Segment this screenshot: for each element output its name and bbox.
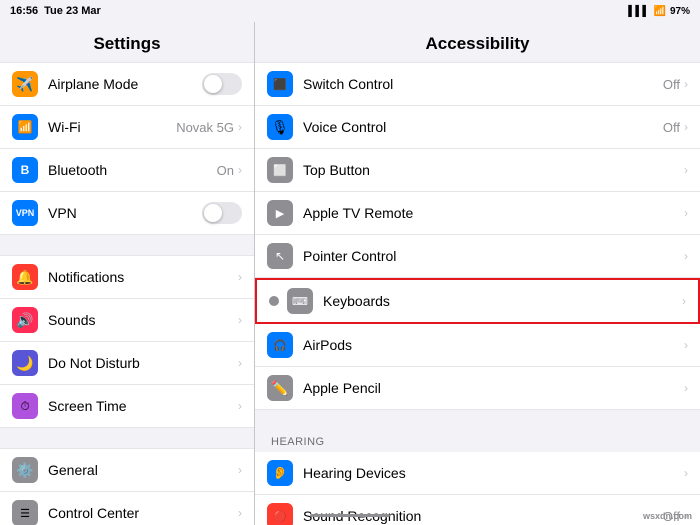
airplane-toggle[interactable] (202, 73, 242, 95)
sidebar-item-vpn[interactable]: VPN VPN (0, 192, 254, 235)
chevron-icon: › (238, 163, 242, 177)
status-bar-left: 16:56 Tue 23 Mar (10, 5, 101, 17)
sidebar-gap-2 (0, 430, 254, 448)
chevron-icon: › (684, 466, 688, 480)
sidebar-item-notifications[interactable]: 🔔 Notifications › (0, 255, 254, 299)
chevron-icon: › (684, 338, 688, 352)
right-item-applepencil[interactable]: ✏️ Apple Pencil › (255, 367, 700, 410)
appletv-icon: ▶ (267, 200, 293, 226)
chevron-icon: › (238, 399, 242, 413)
voicecontrol-icon: 🎙 (267, 114, 293, 140)
scroll-indicator (310, 514, 390, 517)
sidebar-item-screentime[interactable]: ⏱ Screen Time › (0, 385, 254, 428)
keyboards-icon: ⌨ (287, 288, 313, 314)
right-section-hearing: HEARING 👂 Hearing Devices › 🔴 Sound Reco… (255, 428, 700, 525)
right-item-hearingdevices[interactable]: 👂 Hearing Devices › (255, 452, 700, 495)
right-item-keyboards[interactable]: ⌨ Keyboards › (255, 278, 700, 324)
airpods-icon: 🎧 (267, 332, 293, 358)
chevron-icon: › (238, 463, 242, 477)
sounds-icon: 🔊 (12, 307, 38, 333)
general-icon: ⚙️ (12, 457, 38, 483)
right-panel-title: Accessibility (255, 22, 700, 62)
right-panel: Accessibility ⬛ Switch Control Off › 🎙 V… (255, 22, 700, 525)
sidebar-group-connectivity: ✈️ Airplane Mode 📶 Wi-Fi Novak 5G › B Bl… (0, 62, 254, 235)
chevron-icon: › (238, 356, 242, 370)
sidebar-item-wifi[interactable]: 📶 Wi-Fi Novak 5G › (0, 106, 254, 149)
sidebar-item-donotdisturb[interactable]: 🌙 Do Not Disturb › (0, 342, 254, 385)
battery-indicator: 97% (670, 6, 690, 17)
chevron-icon: › (238, 270, 242, 284)
donotdisturb-icon: 🌙 (12, 350, 38, 376)
right-gap-1 (255, 410, 700, 428)
sidebar-gap-1 (0, 237, 254, 255)
right-item-airpods[interactable]: 🎧 AirPods › (255, 324, 700, 367)
sidebar-item-sounds[interactable]: 🔊 Sounds › (0, 299, 254, 342)
chevron-icon: › (684, 206, 688, 220)
chevron-icon: › (238, 120, 242, 134)
chevron-icon: › (684, 77, 688, 91)
chevron-icon: › (238, 506, 242, 520)
right-item-appletvremote[interactable]: ▶ Apple TV Remote › (255, 192, 700, 235)
right-item-topbutton[interactable]: ⬜ Top Button › (255, 149, 700, 192)
applepencil-right-icon: ✏️ (267, 375, 293, 401)
wifi-icon: 📶 (12, 114, 38, 140)
sidebar-title: Settings (0, 22, 254, 62)
sidebar-item-airplane[interactable]: ✈️ Airplane Mode (0, 62, 254, 106)
sidebar-item-general[interactable]: ⚙️ General › (0, 448, 254, 492)
vpn-toggle[interactable] (202, 202, 242, 224)
section-label-hearing: HEARING (255, 428, 700, 452)
sidebar: Settings ✈️ Airplane Mode 📶 Wi-Fi Novak … (0, 22, 255, 525)
status-bar: 16:56 Tue 23 Mar ▌▌▌ 📶 97% (0, 0, 700, 22)
right-item-soundrecognition[interactable]: 🔴 Sound Recognition Off › (255, 495, 700, 525)
sidebar-group-notifications: 🔔 Notifications › 🔊 Sounds › 🌙 Do Not Di… (0, 255, 254, 428)
hearingdevices-icon: 👂 (267, 460, 293, 486)
airplane-icon: ✈️ (12, 71, 38, 97)
status-bar-right: ▌▌▌ 📶 97% (628, 6, 690, 17)
switchcontrol-icon: ⬛ (267, 71, 293, 97)
sidebar-item-bluetooth[interactable]: B Bluetooth On › (0, 149, 254, 192)
right-item-voicecontrol[interactable]: 🎙 Voice Control Off › (255, 106, 700, 149)
sidebar-item-controlcenter[interactable]: ☰ Control Center › (0, 492, 254, 525)
soundrecognition-icon: 🔴 (267, 503, 293, 525)
vpn-icon: VPN (12, 200, 38, 226)
right-section-1: ⬛ Switch Control Off › 🎙 Voice Control O… (255, 62, 700, 410)
main-layout: Settings ✈️ Airplane Mode 📶 Wi-Fi Novak … (0, 22, 700, 525)
bluetooth-icon: B (12, 157, 38, 183)
chevron-icon: › (238, 313, 242, 327)
wifi-icon: 📶 (654, 6, 666, 17)
controlcenter-icon: ☰ (12, 500, 38, 525)
right-item-pointercontrol[interactable]: ↖ Pointer Control › (255, 235, 700, 278)
sidebar-group-system: ⚙️ General › ☰ Control Center › ☀️ Displ… (0, 448, 254, 525)
notifications-icon: 🔔 (12, 264, 38, 290)
screentime-icon: ⏱ (12, 393, 38, 419)
chevron-icon: › (684, 120, 688, 134)
watermark: wsxdn.com (643, 511, 692, 521)
chevron-icon: › (684, 249, 688, 263)
chevron-icon: › (684, 381, 688, 395)
pointercontrol-icon: ↖ (267, 243, 293, 269)
signal-icon: ▌▌▌ (628, 6, 649, 17)
status-date: Tue 23 Mar (44, 5, 101, 17)
right-item-switchcontrol[interactable]: ⬛ Switch Control Off › (255, 62, 700, 106)
status-time: 16:56 (10, 5, 38, 17)
chevron-icon: › (682, 294, 686, 308)
chevron-icon: › (684, 163, 688, 177)
topbutton-icon: ⬜ (267, 157, 293, 183)
selected-dot (269, 296, 279, 306)
